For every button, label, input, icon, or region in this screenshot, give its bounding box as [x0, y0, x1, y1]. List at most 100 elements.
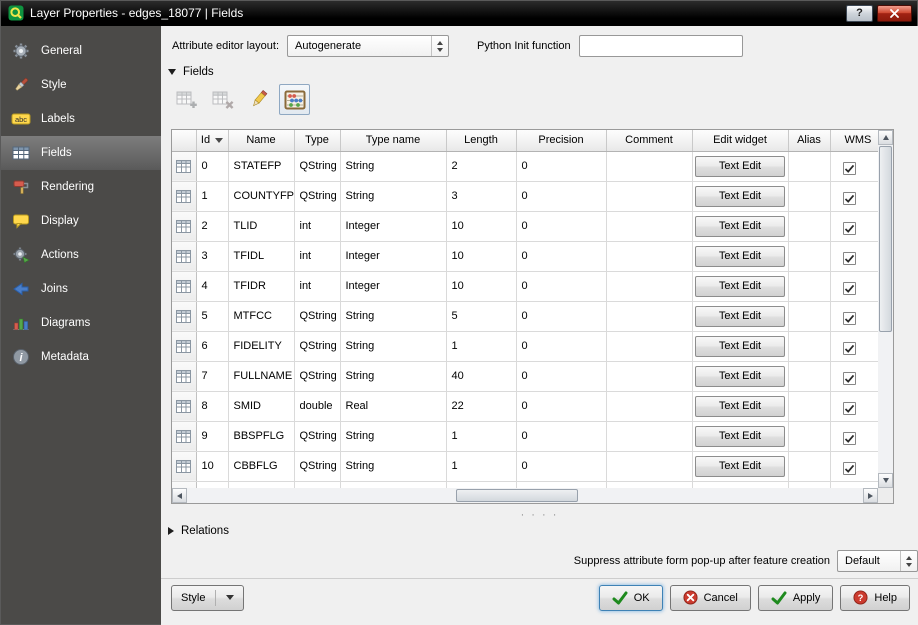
cell-length[interactable]: 2: [446, 151, 516, 181]
cell-id[interactable]: 0: [196, 151, 228, 181]
cell-length[interactable]: 40: [446, 361, 516, 391]
col-header-edit-widget[interactable]: Edit widget: [692, 130, 788, 151]
cell-comment[interactable]: [606, 361, 692, 391]
table-row[interactable]: 4 TFIDR int Integer 10 0 Text Edit: [172, 271, 878, 301]
wms-checkbox[interactable]: [843, 312, 856, 325]
cell-precision[interactable]: 0: [516, 361, 606, 391]
cell-type-name[interactable]: [340, 481, 446, 488]
wms-checkbox[interactable]: [843, 282, 856, 295]
cell-id[interactable]: 5: [196, 301, 228, 331]
cell-type-name[interactable]: String: [340, 421, 446, 451]
cell-precision[interactable]: 0: [516, 331, 606, 361]
cell-name[interactable]: BBSPFLG: [228, 421, 294, 451]
cell-comment[interactable]: [606, 301, 692, 331]
cell-precision[interactable]: 0: [516, 271, 606, 301]
cell-name[interactable]: CBBFLG: [228, 451, 294, 481]
cell-comment[interactable]: [606, 241, 692, 271]
scroll-down-button[interactable]: [878, 473, 893, 488]
cell-type[interactable]: QString: [294, 451, 340, 481]
suppress-popup-combobox[interactable]: Default: [837, 550, 918, 572]
edit-widget-button[interactable]: Text Edit: [695, 216, 785, 237]
sidebar-item-joins[interactable]: Joins: [0, 272, 161, 306]
cell-name[interactable]: FULLNAME: [228, 361, 294, 391]
edit-widget-button[interactable]: Text Edit: [695, 426, 785, 447]
attribute-editor-layout-combobox[interactable]: Autogenerate: [287, 35, 449, 57]
cell-id[interactable]: 10: [196, 451, 228, 481]
cell-length[interactable]: 10: [446, 241, 516, 271]
cell-type[interactable]: int: [294, 211, 340, 241]
window-close-button[interactable]: [877, 5, 912, 22]
cell-name[interactable]: [228, 481, 294, 488]
cell-type-name[interactable]: Integer: [340, 271, 446, 301]
col-header-type[interactable]: Type: [294, 130, 340, 151]
edit-widget-button[interactable]: Text Edit: [695, 366, 785, 387]
vertical-scrollbar[interactable]: [878, 130, 893, 488]
cell-comment[interactable]: [606, 181, 692, 211]
cell-type-name[interactable]: String: [340, 151, 446, 181]
delete-field-button[interactable]: [207, 84, 238, 115]
table-row[interactable]: 6 FIDELITY QString String 1 0 Text Edit: [172, 331, 878, 361]
cell-length[interactable]: 5: [446, 301, 516, 331]
table-corner[interactable]: [172, 130, 196, 151]
cell-precision[interactable]: 0: [516, 391, 606, 421]
cell-type[interactable]: int: [294, 271, 340, 301]
window-help-button[interactable]: ?: [846, 5, 873, 22]
cell-id[interactable]: 8: [196, 391, 228, 421]
cell-type[interactable]: double: [294, 391, 340, 421]
cell-length[interactable]: 10: [446, 211, 516, 241]
cell-alias[interactable]: [788, 211, 830, 241]
cell-comment[interactable]: [606, 451, 692, 481]
row-header[interactable]: [172, 151, 196, 181]
row-header[interactable]: [172, 241, 196, 271]
splitter-handle[interactable]: [161, 509, 918, 518]
cell-type[interactable]: QString: [294, 181, 340, 211]
cell-id[interactable]: [196, 481, 228, 488]
edit-widget-button[interactable]: Text Edit: [695, 336, 785, 357]
cell-alias[interactable]: [788, 301, 830, 331]
cell-comment[interactable]: [606, 391, 692, 421]
cell-type-name[interactable]: String: [340, 451, 446, 481]
row-header[interactable]: [172, 421, 196, 451]
cell-name[interactable]: TFIDR: [228, 271, 294, 301]
cell-type-name[interactable]: String: [340, 181, 446, 211]
relations-group-header[interactable]: Relations: [168, 525, 229, 537]
table-row[interactable]: 0 STATEFP QString String 2 0 Text Edit: [172, 151, 878, 181]
wms-checkbox[interactable]: [843, 462, 856, 475]
cell-alias[interactable]: [788, 421, 830, 451]
cell-name[interactable]: SMID: [228, 391, 294, 421]
cell-type[interactable]: QString: [294, 151, 340, 181]
edit-widget-button[interactable]: Text Edit: [695, 186, 785, 207]
cell-alias[interactable]: [788, 391, 830, 421]
edit-widget-button[interactable]: Text Edit: [695, 306, 785, 327]
ok-button[interactable]: OK: [599, 585, 663, 611]
scroll-right-button[interactable]: [863, 488, 878, 503]
cell-type[interactable]: QString: [294, 331, 340, 361]
edit-widget-button[interactable]: Text Edit: [695, 156, 785, 177]
cell-precision[interactable]: 0: [516, 241, 606, 271]
sidebar-item-labels[interactable]: abc Labels: [0, 102, 161, 136]
cell-id[interactable]: 9: [196, 421, 228, 451]
cell-alias[interactable]: [788, 331, 830, 361]
cell-alias[interactable]: [788, 241, 830, 271]
cell-comment[interactable]: [606, 151, 692, 181]
cell-name[interactable]: TFIDL: [228, 241, 294, 271]
field-calculator-button[interactable]: [279, 84, 310, 115]
python-init-input[interactable]: [579, 35, 743, 57]
cell-alias[interactable]: [788, 451, 830, 481]
cell-name[interactable]: COUNTYFP: [228, 181, 294, 211]
cell-type-name[interactable]: String: [340, 361, 446, 391]
cell-precision[interactable]: [516, 481, 606, 488]
row-header[interactable]: [172, 181, 196, 211]
cell-type-name[interactable]: Integer: [340, 211, 446, 241]
cell-alias[interactable]: [788, 361, 830, 391]
scroll-left-button[interactable]: [172, 488, 187, 503]
cell-id[interactable]: 3: [196, 241, 228, 271]
cell-type[interactable]: QString: [294, 361, 340, 391]
col-header-length[interactable]: Length: [446, 130, 516, 151]
cell-precision[interactable]: 0: [516, 151, 606, 181]
wms-checkbox[interactable]: [843, 342, 856, 355]
cancel-button[interactable]: Cancel: [670, 585, 751, 611]
cell-comment[interactable]: [606, 331, 692, 361]
cell-comment[interactable]: [606, 211, 692, 241]
cell-id[interactable]: 6: [196, 331, 228, 361]
